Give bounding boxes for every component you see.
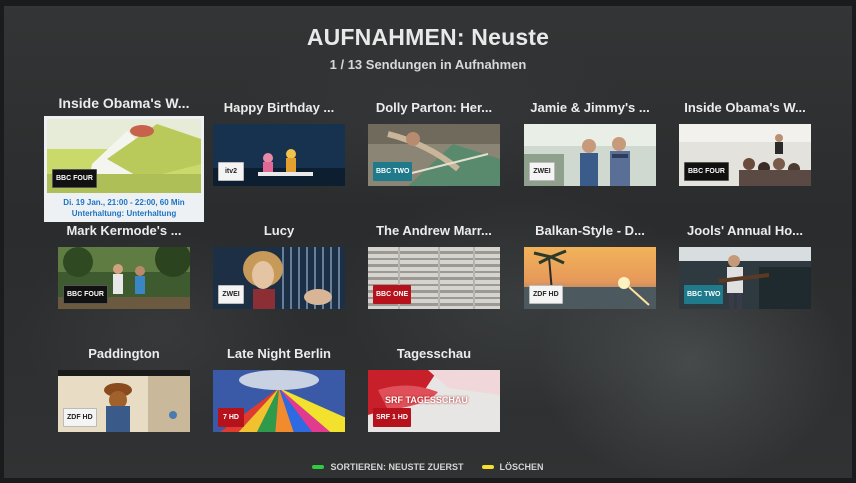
recording-tile-10[interactable]: Jools' Annual Ho... BBC TWO <box>679 222 811 309</box>
recording-title: Inside Obama's W... <box>58 95 190 111</box>
recording-tile-9[interactable]: Balkan-Style - D... ZDF HD <box>524 222 656 309</box>
frame-edge-top <box>0 0 856 6</box>
channel-logo: ZWEI <box>529 162 555 181</box>
frame-edge-left <box>0 0 4 483</box>
page-title: AUFNAHMEN: Neuste <box>306 24 550 50</box>
button-hints: SORTIEREN: NEUSTE ZUERST LÖSCHEN <box>0 462 856 472</box>
recording-time: Di. 19 Jan., 21:00 - 22:00, 60 Min <box>63 198 185 207</box>
channel-logo: BBC FOUR <box>52 169 97 188</box>
recording-title: Late Night Berlin <box>226 346 331 361</box>
delete-hint[interactable]: LÖSCHEN <box>481 462 544 472</box>
frame-edge-right <box>852 0 856 483</box>
channel-logo: itv2 <box>218 162 244 181</box>
channel-logo: ZWEI <box>218 285 244 304</box>
recording-title: Lucy <box>263 223 295 238</box>
recording-tile-2[interactable]: Happy Birthday ... itv2 <box>213 99 345 186</box>
recording-thumbnail: itv2 <box>213 124 345 186</box>
recording-thumbnail: 7 HD <box>213 370 345 432</box>
recording-title: Happy Birthday ... <box>223 100 335 115</box>
green-button-icon <box>312 465 325 469</box>
recording-thumbnail: BBC TWO <box>368 124 500 186</box>
recording-title: Mark Kermode's ... <box>66 223 182 238</box>
recording-title: Paddington <box>88 346 160 361</box>
delete-label: LÖSCHEN <box>499 462 544 472</box>
channel-logo: BBC ONE <box>373 285 412 304</box>
recording-title: Tagesschau <box>396 346 472 361</box>
channel-logo: BBC FOUR <box>684 162 729 181</box>
frame-edge-bottom <box>0 478 856 483</box>
recording-tile-1[interactable]: Inside Obama's W... BBC FOUR Di. 19 Jan.… <box>44 94 204 222</box>
recording-thumbnail: ZWEI <box>524 124 656 186</box>
yellow-button-icon <box>481 465 494 469</box>
sort-hint[interactable]: SORTIEREN: NEUSTE ZUERST <box>312 462 464 472</box>
recording-tile-11[interactable]: Paddington ZDF HD <box>58 345 190 432</box>
recording-title: Dolly Parton: Her... <box>375 100 493 115</box>
recording-meta: Di. 19 Jan., 21:00 - 22:00, 60 Min Unter… <box>47 193 201 220</box>
thumbnail-caption: SRF TAGESSCHAU <box>385 395 468 405</box>
channel-logo: SRF 1 HD <box>373 408 411 427</box>
channel-logo: ZDF HD <box>529 285 563 304</box>
page-subtitle: 1 / 13 Sendungen in Aufnahmen <box>329 57 527 72</box>
channel-logo: BBC TWO <box>373 162 413 181</box>
recording-tile-8[interactable]: The Andrew Marr... BBC ONE <box>368 222 500 309</box>
recording-thumbnail: ZDF HD <box>58 370 190 432</box>
recording-tile-12[interactable]: Late Night Berlin 7 HD <box>213 345 345 432</box>
recording-tile-7[interactable]: Lucy ZWEI <box>213 222 345 309</box>
recording-thumbnail: BBC FOUR <box>679 124 811 186</box>
channel-logo: 7 HD <box>218 408 244 427</box>
recording-title: Inside Obama's W... <box>684 100 806 115</box>
recording-title: The Andrew Marr... <box>376 223 492 238</box>
recording-tile-13[interactable]: Tagesschau SRF TAGESSCHAU SRF 1 HD <box>368 345 500 432</box>
recording-thumbnail: SRF TAGESSCHAU SRF 1 HD <box>368 370 500 432</box>
recording-thumbnail: ZWEI <box>213 247 345 309</box>
recording-title: Jamie & Jimmy's ... <box>530 100 650 115</box>
channel-logo: ZDF HD <box>63 408 97 427</box>
recording-title: Balkan-Style - D... <box>535 223 645 238</box>
recording-genre: Unterhaltung: Unterhaltung <box>71 209 177 218</box>
channel-logo: BBC FOUR <box>63 285 108 304</box>
recording-tile-4[interactable]: Jamie & Jimmy's ... ZWEI <box>524 99 656 186</box>
recording-thumbnail: BBC TWO <box>679 247 811 309</box>
recording-thumbnail: BBC FOUR <box>58 247 190 309</box>
focused-card: BBC FOUR Di. 19 Jan., 21:00 - 22:00, 60 … <box>44 116 204 222</box>
sort-label: SORTIEREN: NEUSTE ZUERST <box>330 462 464 472</box>
recording-thumbnail: BBC ONE <box>368 247 500 309</box>
recording-thumbnail: BBC FOUR <box>47 119 201 193</box>
channel-logo: BBC TWO <box>684 285 724 304</box>
recording-tile-6[interactable]: Mark Kermode's ... BBC FOUR <box>58 222 190 309</box>
recording-tile-5[interactable]: Inside Obama's W... BBC FOUR <box>679 99 811 186</box>
header: AUFNAHMEN: Neuste 1 / 13 Sendungen in Au… <box>0 24 856 72</box>
recording-tile-3[interactable]: Dolly Parton: Her... BBC TWO <box>368 99 500 186</box>
recording-thumbnail: ZDF HD <box>524 247 656 309</box>
recording-title: Jools' Annual Ho... <box>686 223 803 238</box>
